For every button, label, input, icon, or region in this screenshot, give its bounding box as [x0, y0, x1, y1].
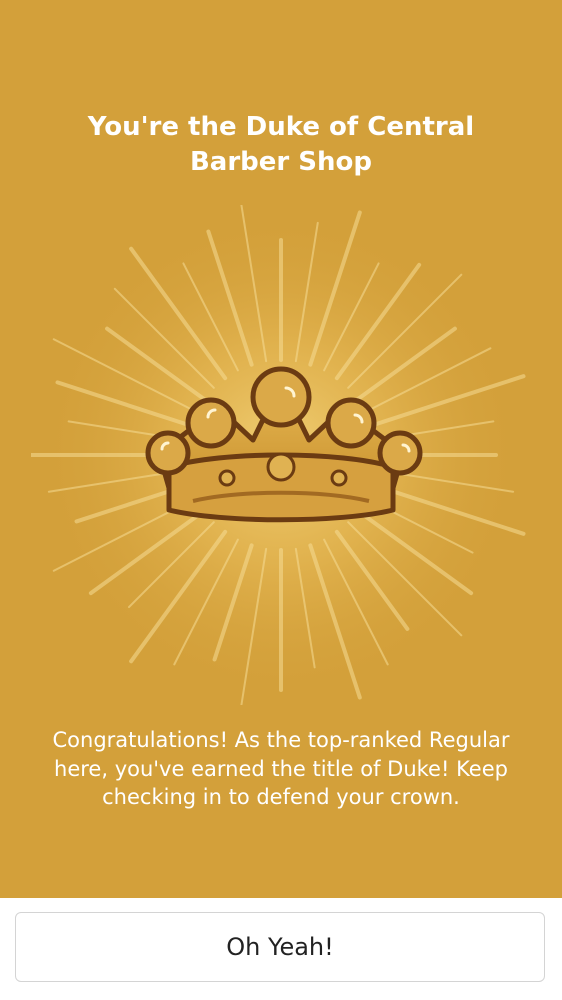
duke-award-screen: You're the Duke of Central Barber Shop C…: [0, 0, 562, 1000]
oh-yeah-button[interactable]: Oh Yeah!: [15, 912, 545, 982]
bottom-action-bar: Oh Yeah!: [0, 898, 562, 1000]
crown-badge: [31, 205, 526, 705]
award-title: You're the Duke of Central Barber Shop: [87, 112, 475, 177]
award-message: Congratulations! As the top-ranked Regul…: [52, 728, 510, 809]
